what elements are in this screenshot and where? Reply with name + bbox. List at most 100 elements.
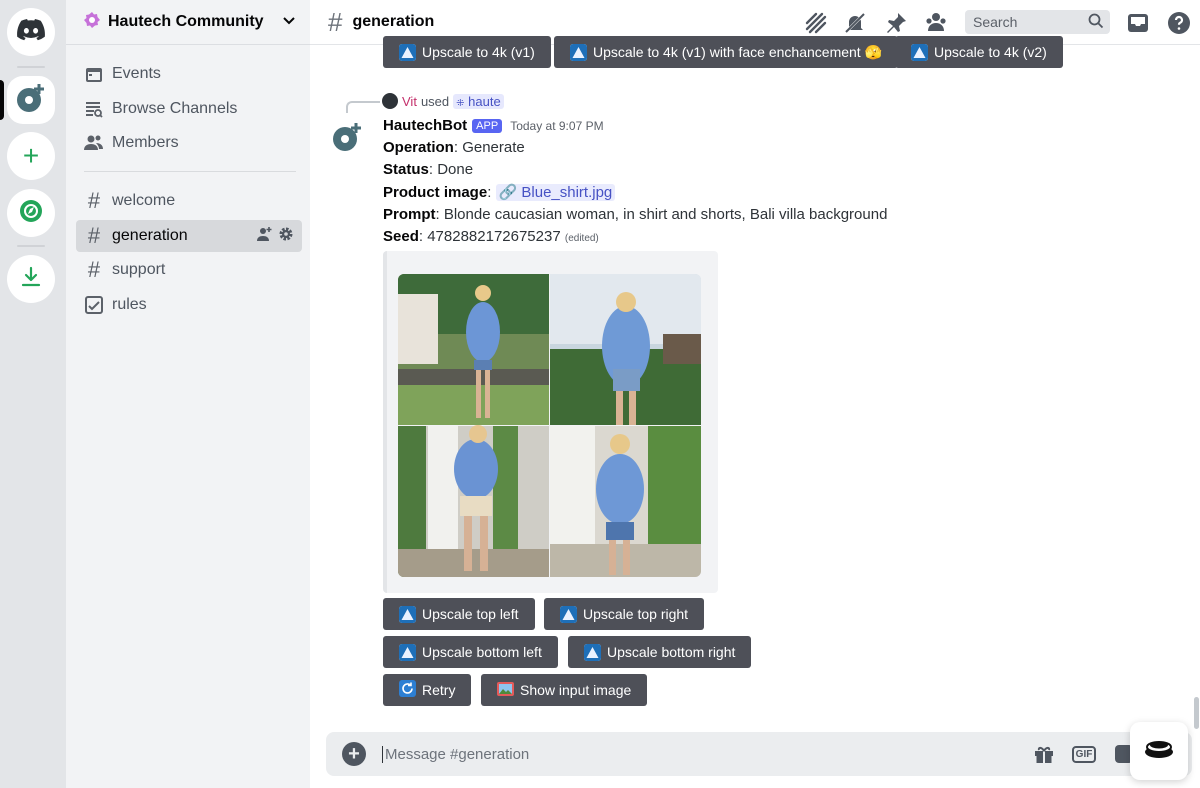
channel-label: welcome (112, 192, 176, 209)
reply-user[interactable]: Vit (402, 94, 417, 109)
image-bottom-right[interactable] (550, 426, 701, 577)
button-label: Retry (422, 682, 456, 698)
upscale-triangle-icon (570, 43, 587, 61)
bot-avatar[interactable] (332, 122, 362, 152)
picture-icon (497, 681, 514, 699)
channel-title: generation (352, 13, 435, 30)
image-top-right[interactable] (550, 274, 701, 425)
explore-button[interactable] (7, 189, 55, 237)
hautech-logo-icon (15, 82, 47, 119)
download-apps-button[interactable] (7, 255, 55, 303)
add-attachment-icon[interactable]: + (342, 742, 366, 766)
upscale-triangle-icon (399, 605, 416, 623)
message-input[interactable]: Message #generation (382, 745, 529, 763)
retry-button[interactable]: Retry (383, 674, 472, 706)
upscale-triangle-icon (584, 643, 601, 661)
avatar (382, 93, 398, 109)
generated-image-grid[interactable] (398, 274, 701, 577)
hash-icon: # (87, 188, 101, 213)
channel-generation[interactable]: # generation (76, 220, 302, 252)
image-top-left[interactable] (398, 274, 549, 425)
hash-icon: # (87, 223, 101, 248)
upscale-bottom-right-button[interactable]: Upscale bottom right (568, 636, 752, 668)
field-seed: Seed: 4782882172675237 (edited) (383, 228, 599, 245)
channel-welcome[interactable]: # welcome (76, 185, 302, 217)
sidebar-item-members[interactable]: Members (76, 127, 302, 159)
button-label: Upscale top right (583, 606, 689, 622)
stacked-disc-icon (1143, 737, 1175, 766)
rail-separator (17, 66, 45, 68)
image-bottom-left[interactable] (398, 425, 549, 577)
hautech-server-button[interactable] (7, 76, 55, 124)
command-label: haute (468, 93, 501, 109)
hash-icon: # (87, 257, 101, 282)
guild-header[interactable]: Hautech Community (66, 0, 310, 45)
floating-widget-button[interactable] (1130, 722, 1188, 780)
chevron-down-icon (282, 13, 296, 32)
attachment-name: Blue_shirt.jpg (521, 184, 613, 201)
upscale-triangle-icon (560, 605, 577, 623)
upscale-top-left-button[interactable]: Upscale top left (383, 598, 535, 630)
sidebar-item-label: Browse Channels (112, 100, 238, 117)
button-label: Upscale top left (422, 606, 519, 622)
add-server-button[interactable]: + (7, 132, 55, 180)
button-label: Upscale to 4k (v2) (934, 44, 1047, 60)
channel-support[interactable]: # support (76, 254, 302, 286)
gif-icon[interactable]: GIF (1071, 742, 1097, 766)
command-mention[interactable]: ⁜ haute (453, 93, 504, 109)
upscale-triangle-icon (911, 43, 928, 61)
show-input-image-button[interactable]: Show input image (481, 674, 648, 706)
create-invite-icon[interactable] (256, 226, 272, 247)
sidebar-item-label: Events (112, 65, 161, 82)
upscale-4k-v1-button[interactable]: Upscale to 4k (v1) (383, 36, 551, 68)
channel-rules[interactable]: rules (76, 289, 302, 321)
button-label: Upscale to 4k (v1) with face enchancemen… (593, 43, 883, 60)
button-label: Upscale bottom right (607, 644, 736, 660)
compass-icon (19, 199, 43, 228)
browse-channels-icon (84, 99, 104, 119)
guild-name: Hautech Community (108, 13, 264, 30)
search-input[interactable]: Search (965, 10, 1110, 34)
channel-sidebar: Hautech Community Events Browse Channels… (66, 0, 310, 788)
field-product-image: Product image: 🔗 Blue_shirt.jpg (383, 183, 616, 201)
inbox-icon[interactable] (1125, 10, 1151, 36)
message-header: HautechBot APP Today at 9:07 PM (383, 117, 604, 134)
refresh-icon (399, 680, 416, 700)
upscale-triangle-icon (399, 43, 416, 61)
upscale-4k-v1-face-button[interactable]: Upscale to 4k (v1) with face enchancemen… (554, 36, 899, 68)
chat-scrollbar[interactable] (1194, 697, 1199, 729)
sidebar-item-events[interactable]: Events (76, 58, 302, 90)
mute-bell-icon[interactable] (842, 10, 868, 36)
discord-home-button[interactable] (7, 8, 55, 56)
upscale-bottom-left-button[interactable]: Upscale bottom left (383, 636, 558, 668)
message-composer[interactable]: + Message #generation (326, 732, 1192, 776)
discord-logo-icon (17, 18, 45, 46)
sidebar-divider (84, 171, 296, 172)
field-key: Operation (383, 139, 454, 156)
channel-label: generation (112, 227, 188, 244)
sidebar-item-browse-channels[interactable]: Browse Channels (76, 93, 302, 125)
button-label: Show input image (520, 682, 632, 698)
field-value: Generate (462, 139, 525, 156)
field-status: Status: Done (383, 161, 474, 178)
upscale-top-right-button[interactable]: Upscale top right (544, 598, 705, 630)
sidebar-item-label: Members (112, 134, 179, 151)
author-name[interactable]: HautechBot (383, 117, 467, 134)
hash-icon: # (328, 7, 343, 37)
attachment-link[interactable]: 🔗 Blue_shirt.jpg (495, 184, 616, 201)
field-value: 4782882172675237 (427, 228, 561, 245)
pin-icon[interactable] (883, 10, 909, 36)
help-icon[interactable] (1166, 10, 1192, 36)
reply-reference[interactable]: Vit used ⁜ haute (382, 93, 504, 109)
channel-label: support (112, 261, 166, 278)
threads-icon[interactable] (803, 10, 829, 36)
reply-connector (346, 101, 380, 113)
gear-icon[interactable] (278, 226, 294, 247)
reply-used-text: used (420, 93, 450, 109)
gift-icon[interactable] (1032, 742, 1056, 766)
upscale-triangle-icon (399, 643, 416, 661)
member-list-icon[interactable] (923, 10, 949, 36)
selected-server-pill (0, 80, 4, 120)
upscale-4k-v2-button[interactable]: Upscale to 4k (v2) (895, 36, 1063, 68)
app-badge: APP (472, 118, 503, 133)
